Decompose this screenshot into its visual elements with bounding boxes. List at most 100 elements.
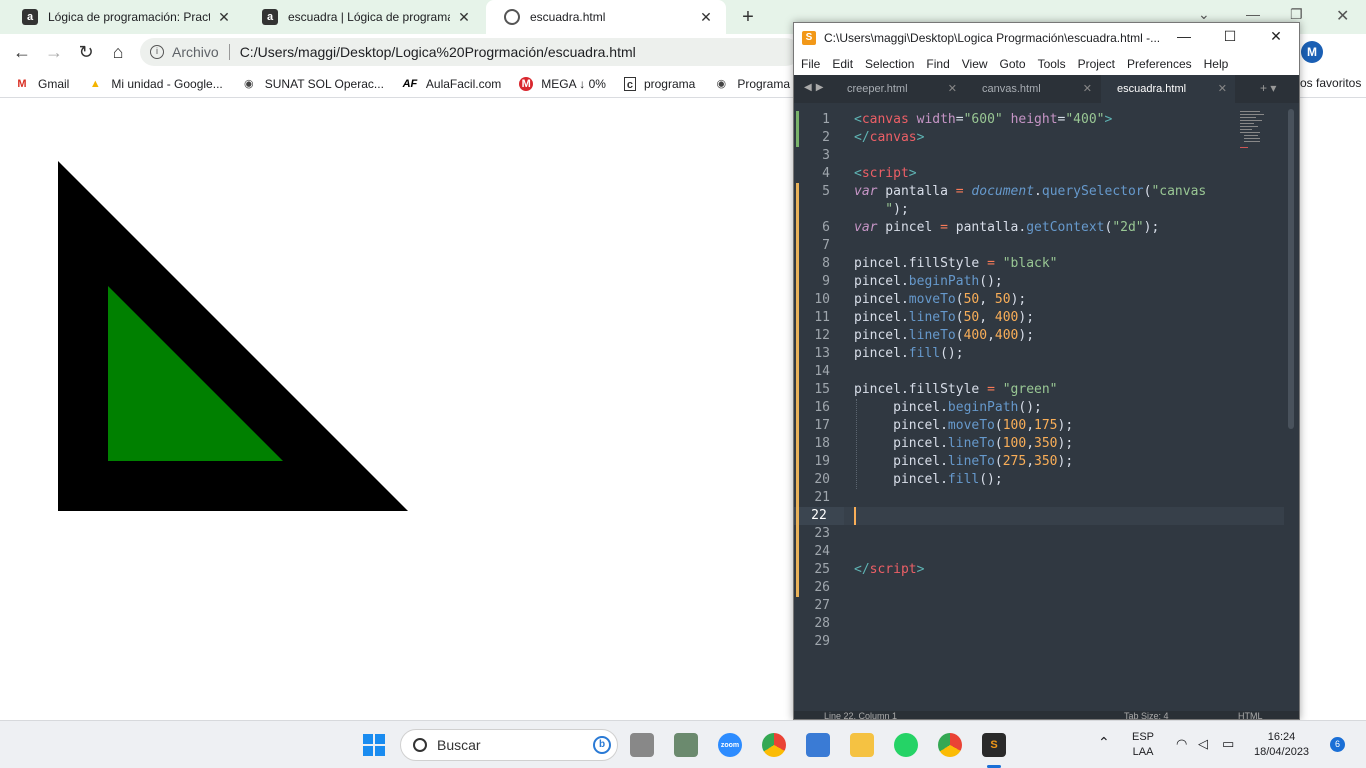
chevron-up-icon[interactable]: ⌃ xyxy=(1098,735,1110,750)
menu-find[interactable]: Find xyxy=(926,57,949,71)
clock[interactable]: 16:24 18/04/2023 xyxy=(1254,730,1309,760)
bing-icon[interactable]: b xyxy=(593,736,611,754)
back-button[interactable]: ← xyxy=(10,40,34,64)
menu-selection[interactable]: Selection xyxy=(865,57,914,71)
bookmark-sunat[interactable]: ◉ SUNAT SOL Operac... xyxy=(241,77,384,91)
code-line: var pantalla = document.querySelector("c… xyxy=(854,184,1207,199)
line-number: 10 xyxy=(814,292,830,307)
bookmark-label: SUNAT SOL Operac... xyxy=(264,76,384,91)
bookmark-gmail[interactable]: M Gmail xyxy=(14,77,69,91)
zoom-icon[interactable]: zoom xyxy=(718,733,742,757)
windows-start-icon[interactable] xyxy=(362,733,386,757)
current-line-highlight xyxy=(844,507,1284,525)
other-bookmarks[interactable]: os favoritos xyxy=(1300,76,1361,90)
close-icon[interactable]: ✕ xyxy=(948,75,957,103)
widgets-icon[interactable] xyxy=(674,733,698,757)
new-tab-button[interactable]: + xyxy=(738,6,758,28)
notepad-icon[interactable] xyxy=(806,733,830,757)
close-tab-icon[interactable]: ✕ xyxy=(216,9,232,26)
close-icon[interactable]: ✕ xyxy=(1218,75,1227,103)
taskbar-search[interactable]: Buscar b xyxy=(400,729,618,761)
reload-button[interactable]: ↻ xyxy=(74,40,98,64)
tab-escuadra-html[interactable]: escuadra.html ✕ xyxy=(486,0,726,34)
close-window-icon[interactable]: ✕ xyxy=(1266,28,1286,45)
battery-icon[interactable]: ▭ xyxy=(1222,736,1234,751)
tab-escuadra-alura[interactable]: a escuadra | Lógica de programació ✕ xyxy=(244,0,484,34)
code-line: </script> xyxy=(854,562,925,577)
file-explorer-icon[interactable] xyxy=(850,733,874,757)
address-scheme: Archivo xyxy=(172,44,219,60)
forward-button[interactable]: → xyxy=(42,40,66,64)
restore-icon[interactable]: ❐ xyxy=(1290,6,1303,23)
menu-edit[interactable]: Edit xyxy=(832,57,853,71)
editor-tab-escuadra[interactable]: escuadra.html ✕ xyxy=(1101,75,1235,103)
code-line: pincel.fillStyle = "black" xyxy=(854,256,1058,271)
line-number: 1 xyxy=(822,112,830,127)
chrome-profile-icon[interactable] xyxy=(938,733,962,757)
tab-title: escuadra.html xyxy=(530,10,606,24)
editor-tab-canvas[interactable]: canvas.html ✕ xyxy=(966,75,1100,103)
menu-tools[interactable]: Tools xyxy=(1038,57,1066,71)
close-tab-icon[interactable]: ✕ xyxy=(456,9,472,26)
editor-tab-creeper[interactable]: creeper.html ✕ xyxy=(831,75,965,103)
bookmark-programa[interactable]: c programa xyxy=(623,76,695,91)
sublime-text-icon[interactable]: S xyxy=(982,733,1006,757)
tab-logica-programacion[interactable]: a Lógica de programación: Practica ✕ xyxy=(4,0,244,34)
minimize-icon[interactable]: — xyxy=(1246,6,1260,22)
clock-time: 16:24 xyxy=(1267,731,1296,743)
code-line: pincel.moveTo(100,175); xyxy=(854,418,1074,433)
code-line: pincel.lineTo(275,350); xyxy=(854,454,1074,469)
alura-icon: a xyxy=(262,9,278,25)
tab-scroll-arrows-icon[interactable]: ◀▶ xyxy=(804,82,827,93)
canvas-drawing xyxy=(58,161,408,511)
line-number: 2 xyxy=(822,130,830,145)
wifi-icon[interactable]: ◠ xyxy=(1176,736,1187,751)
notification-badge[interactable]: 6 xyxy=(1330,737,1345,752)
menu-file[interactable]: File xyxy=(801,57,820,71)
search-placeholder: Buscar xyxy=(437,737,481,753)
status-tab-size[interactable]: Tab Size: 4 xyxy=(1124,711,1169,719)
whatsapp-icon[interactable] xyxy=(894,733,918,757)
close-window-icon[interactable]: ✕ xyxy=(1336,6,1349,26)
line-number: 25 xyxy=(814,562,830,577)
code-line: pincel.beginPath(); xyxy=(854,400,1042,415)
line-number: 3 xyxy=(822,148,830,163)
menu-goto[interactable]: Goto xyxy=(1000,57,1026,71)
new-tab-plus-icon[interactable]: + ▾ xyxy=(1260,81,1276,95)
close-icon[interactable]: ✕ xyxy=(1083,75,1092,103)
menu-help[interactable]: Help xyxy=(1204,57,1229,71)
code-editor[interactable]: <canvas width="600" height="400"> </canva… xyxy=(794,103,1299,719)
code-line: pincel.fillStyle = "green" xyxy=(854,382,1058,397)
editor-tab-bar: ◀▶ creeper.html ✕ canvas.html ✕ escuadra.h… xyxy=(794,75,1299,103)
status-syntax[interactable]: HTML xyxy=(1238,711,1263,719)
close-tab-icon[interactable]: ✕ xyxy=(698,9,714,26)
vertical-scrollbar[interactable] xyxy=(1288,109,1294,429)
minimize-icon[interactable]: — xyxy=(1174,28,1194,44)
chevron-down-icon[interactable]: ⌄ xyxy=(1198,6,1210,23)
bookmark-label: Mi unidad - Google... xyxy=(111,76,223,91)
bookmark-aulafacil[interactable]: AF AulaFacil.com xyxy=(402,76,502,91)
home-button[interactable]: ⌂ xyxy=(106,40,130,64)
line-number: 21 xyxy=(814,490,830,505)
search-icon xyxy=(413,738,427,752)
menu-project[interactable]: Project xyxy=(1078,57,1115,71)
editor-title-bar[interactable]: S C:\Users\maggi\Desktop\Logica Progrmac… xyxy=(794,23,1299,53)
line-number: 15 xyxy=(814,382,830,397)
address-bar[interactable]: i Archivo C:/Users/maggi/Desktop/Logica%… xyxy=(140,38,800,66)
editor-tab-label: creeper.html xyxy=(847,83,908,95)
menu-view[interactable]: View xyxy=(962,57,988,71)
profile-avatar[interactable]: M xyxy=(1301,41,1323,63)
input-language[interactable]: ESP LAA xyxy=(1132,730,1154,760)
chrome-icon[interactable] xyxy=(762,733,786,757)
line-number: 16 xyxy=(814,400,830,415)
menu-preferences[interactable]: Preferences xyxy=(1127,57,1192,71)
bookmark-mega[interactable]: M MEGA ↓ 0% xyxy=(519,76,606,91)
bookmark-label: AulaFacil.com xyxy=(425,76,502,91)
info-icon[interactable]: i xyxy=(150,45,164,59)
windows-taskbar: Buscar b zoom S ⌃ ESP LAA ◠ ◁ ▭ 16:24 18… xyxy=(0,720,1366,768)
maximize-icon[interactable]: ☐ xyxy=(1220,28,1240,45)
minimap[interactable] xyxy=(1240,109,1270,159)
volume-icon[interactable]: ◁ xyxy=(1198,736,1208,751)
bookmark-drive[interactable]: ▲ Mi unidad - Google... xyxy=(87,76,223,91)
task-view-icon[interactable] xyxy=(630,733,654,757)
